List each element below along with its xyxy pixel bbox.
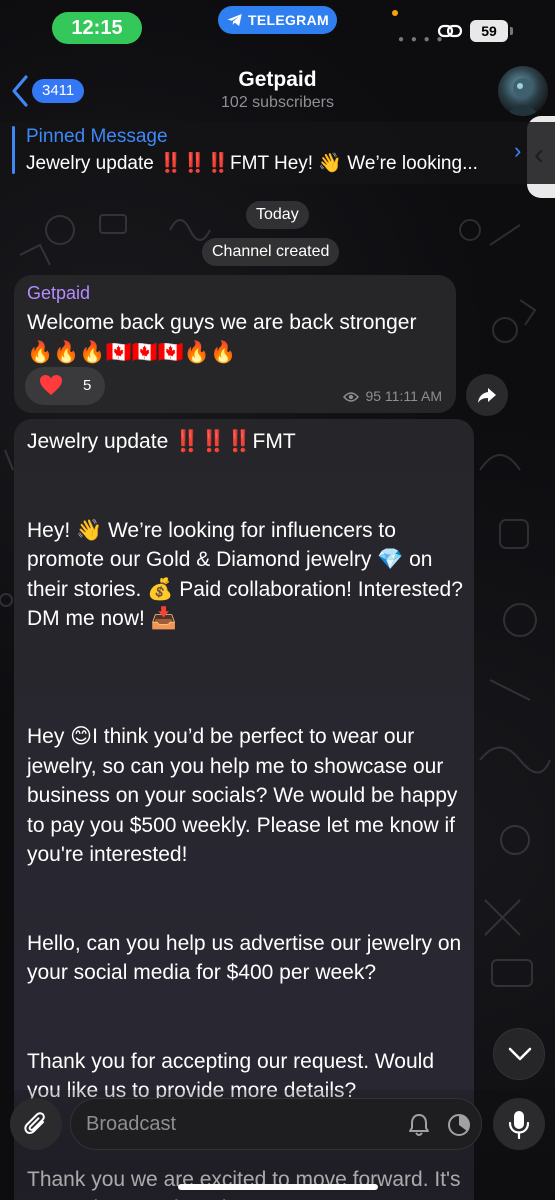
share-button[interactable] — [466, 374, 508, 416]
message-time: 11:11 AM — [384, 388, 442, 404]
channel-avatar[interactable] — [498, 66, 548, 116]
eye-icon — [342, 392, 359, 402]
pinned-chevron-icon: › — [514, 138, 522, 163]
channel-title[interactable]: Getpaid — [0, 68, 555, 92]
message-bubble[interactable]: Jewelry update ‼️‼️‼️FMT Hey! 👋 We’re lo… — [14, 419, 474, 1200]
bell-icon[interactable] — [407, 1112, 431, 1138]
message-meta: 95 11:11 AM — [342, 388, 442, 404]
chevron-down-icon — [508, 1047, 532, 1061]
subscriber-count: 102 subscribers — [221, 94, 334, 111]
battery-indicator: 59 — [470, 20, 513, 42]
heart-icon — [40, 375, 62, 395]
microphone-icon — [508, 1111, 530, 1140]
pinned-label: Pinned Message — [26, 126, 168, 147]
message-text: Jewelry update ‼️‼️‼️FMT Hey! 👋 We’re lo… — [27, 430, 463, 1200]
broadcast-input-box[interactable] — [70, 1098, 482, 1150]
share-icon — [478, 388, 496, 403]
home-indicator[interactable] — [178, 1184, 378, 1190]
timer-icon[interactable] — [446, 1112, 472, 1138]
attach-button[interactable] — [10, 1098, 62, 1150]
privacy-indicator — [392, 10, 398, 16]
link-icon — [437, 24, 463, 38]
microphone-button[interactable] — [493, 1098, 545, 1150]
scroll-to-bottom-button[interactable] — [493, 1028, 545, 1080]
message-text: Welcome back guys we are back stronger 🔥… — [27, 311, 417, 364]
pinned-indicator — [12, 126, 15, 174]
reaction-count: 5 — [83, 377, 92, 394]
avatar-image — [506, 78, 540, 116]
broadcast-input[interactable] — [86, 1099, 386, 1149]
telegram-app-pill[interactable]: TELEGRAM — [218, 6, 337, 34]
reaction-chip[interactable]: 5 — [25, 367, 105, 405]
pinned-preview: Jewelry update ‼️‼️‼️FMT Hey! 👋 We’re lo… — [26, 153, 478, 174]
chat-header: 3411 Getpaid 102 subscribers ‹ — [0, 56, 555, 198]
view-count: 95 — [365, 388, 382, 404]
pinned-message-bar[interactable]: Pinned Message Jewelry update ‼️‼️‼️FMT … — [0, 122, 555, 184]
status-bar: 12:15 TELEGRAM ● ● ● ● 59 — [0, 0, 555, 56]
date-separator: Today — [246, 201, 309, 229]
app-pill-label: TELEGRAM — [248, 12, 329, 28]
status-time: 12:15 — [52, 12, 142, 44]
service-message: Channel created — [202, 238, 340, 266]
message-sender: Getpaid — [27, 283, 91, 303]
paperclip-icon — [24, 1112, 45, 1134]
telegram-icon — [227, 14, 242, 26]
message-bubble[interactable]: Getpaid Welcome back guys we are back st… — [14, 275, 456, 413]
